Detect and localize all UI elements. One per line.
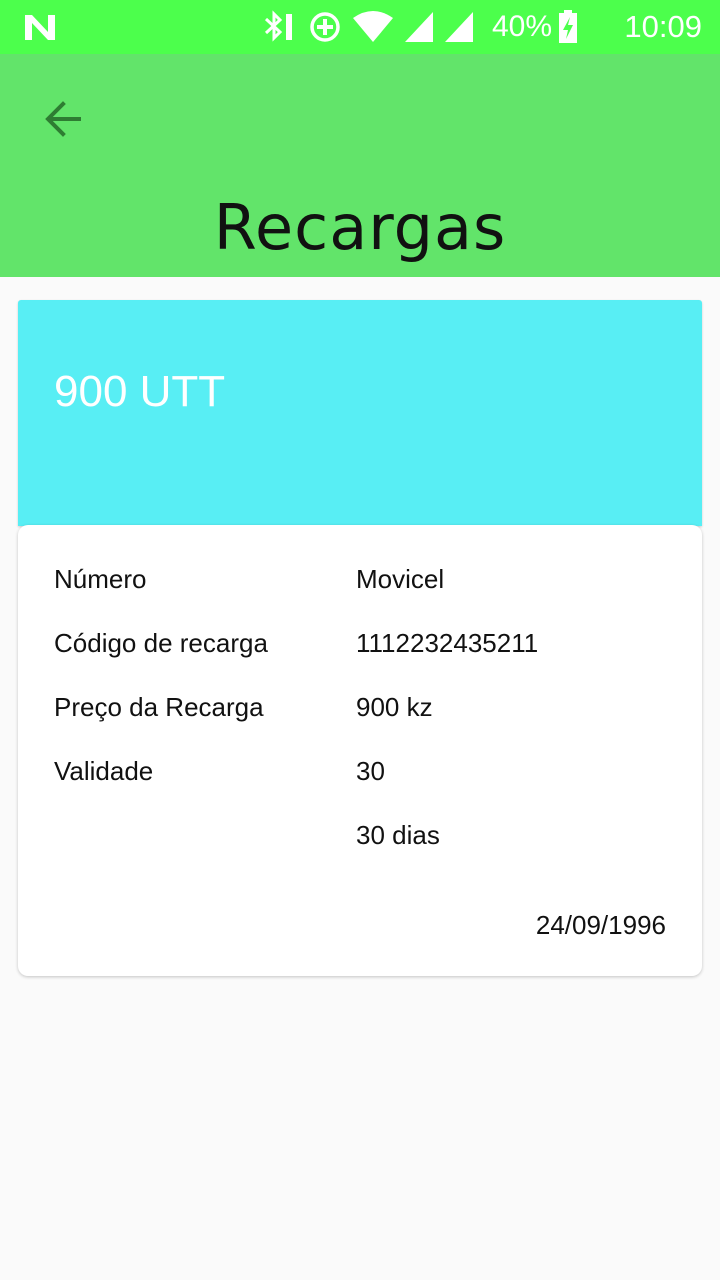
row-label-validade: Validade [54, 756, 154, 786]
back-button[interactable] [32, 88, 94, 150]
wifi-icon [353, 11, 393, 42]
data-saver-icon [310, 12, 340, 42]
battery-percent: 40% [492, 10, 553, 43]
row-label-numero: Número [54, 564, 147, 594]
bluetooth-icon [264, 10, 292, 42]
status-icons: 40% [262, 8, 588, 46]
recharge-amount: 900 UTT [54, 367, 226, 416]
card-header: 900 UTT [18, 300, 702, 526]
clock: 10:09 [624, 9, 702, 44]
row-value-dias: 30 dias [356, 820, 440, 850]
signal-icon [405, 12, 433, 42]
page-title: Recargas [213, 191, 507, 264]
arrow-back-icon [45, 101, 81, 137]
status-bar: 40% 10:09 [0, 0, 720, 54]
signal-icon-2 [445, 12, 473, 42]
row-value-numero: Movicel [356, 564, 445, 594]
row-label-codigo: Código de recarga [54, 628, 268, 658]
battery-charging-icon [559, 10, 578, 43]
row-value-codigo: 1112232435211 [356, 628, 539, 658]
n-logo-icon [25, 15, 55, 40]
row-value-preco: 900 kz [356, 692, 433, 722]
row-label-preco: Preço da Recarga [54, 692, 264, 722]
app-bar: Recargas [0, 54, 720, 277]
row-value-validade: 30 [356, 756, 385, 786]
card-details: Número Movicel Código de recarga 1112232… [18, 525, 702, 976]
recharge-date: 24/09/1996 [535, 910, 666, 940]
